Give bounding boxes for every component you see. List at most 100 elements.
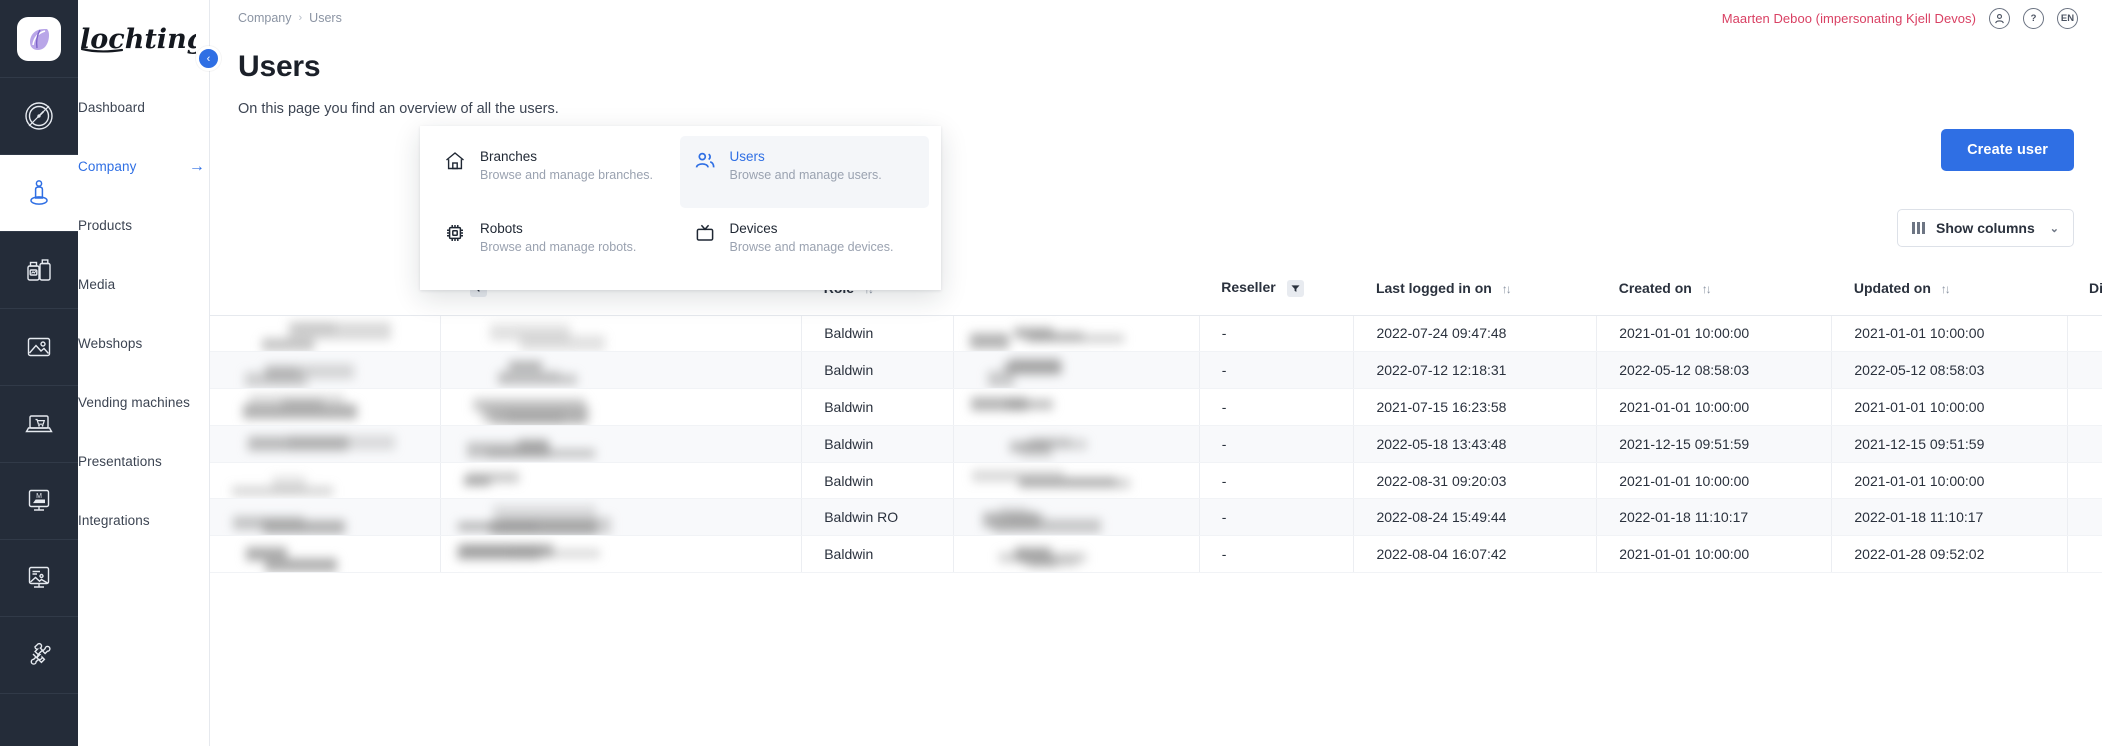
rail-item-webshops[interactable] — [0, 385, 78, 463]
rail-item-company[interactable] — [0, 154, 78, 232]
table-row[interactable]: Baldwin -2022-08-04 16:07:42 2021-01-01 10… — [210, 535, 2102, 574]
sidebar-item-webshops[interactable]: Webshops — [78, 314, 209, 373]
sidebar-item-integrations[interactable]: Integrations — [78, 491, 209, 550]
sidebar-collapse-button[interactable]: ‹ — [196, 46, 221, 71]
page-header: Users On this page you find an overview … — [210, 36, 2102, 117]
rail-item-integrations[interactable] — [0, 616, 78, 694]
redacted-content — [210, 426, 440, 461]
impersonation-label[interactable]: Maarten Deboo (impersonating Kjell Devos… — [1722, 11, 1976, 26]
topbar-actions: Maarten Deboo (impersonating Kjell Devos… — [1722, 7, 2078, 29]
redacted-content — [954, 463, 1198, 498]
cell-last-logged-in-on: 2022-07-24 09:47:48 — [1353, 315, 1598, 353]
cell-role: Baldwin — [801, 388, 954, 426]
col-header-disabled[interactable]: Disabled — [2067, 262, 2102, 316]
sidebar-item-label: Dashboard — [78, 100, 145, 115]
mega-item-devices[interactable]: Devices Browse and manage devices. — [680, 208, 930, 280]
lochting-app-tile-icon — [17, 17, 61, 61]
col-header-label: Last logged in on — [1375, 280, 1492, 297]
users-table-container[interactable]: Role ↑↓ Reseller Last logged in on — [210, 262, 2102, 746]
col-header-updated-on[interactable]: Updated on ↑↓ — [1831, 262, 2068, 316]
table-row[interactable]: Baldwin RO -2022-08-24 15:49:44 2022-01-18… — [210, 498, 2102, 537]
sidebar-item-label: Webshops — [78, 336, 143, 351]
cell-created-on: 2022-05-12 08:58:03 — [1596, 351, 1833, 390]
mega-item-desc: Browse and manage branches. — [480, 168, 654, 182]
redacted-content — [210, 463, 440, 498]
user-avatar-icon[interactable] — [1989, 7, 2010, 29]
col-header-created-on[interactable]: Created on ↑↓ — [1596, 262, 1832, 316]
sidebar-item-company[interactable]: Company → — [78, 137, 209, 196]
cell-created-on: 2021-12-15 09:51:59 — [1596, 425, 1833, 463]
users-table: Role ↑↓ Reseller Last logged in on — [210, 262, 2102, 574]
users-table-body: Baldwin -2022-07-24 09:47:48 2021-01-01 10… — [210, 315, 2102, 574]
redacted-content — [441, 352, 801, 387]
table-row[interactable]: Baldwin -2022-08-31 09:20:03 2021-01-01 10… — [210, 462, 2102, 500]
breadcrumb-parent[interactable]: Company — [238, 11, 292, 25]
mega-item-users[interactable]: Users Browse and manage users. — [679, 136, 929, 208]
cell-disabled-toggle[interactable] — [2067, 498, 2102, 537]
mega-item-branches[interactable]: Branches Browse and manage branches. — [430, 136, 680, 208]
cell-redacted-c — [953, 388, 1200, 426]
cell-reseller: - — [1199, 315, 1355, 353]
cell-redacted-c — [953, 535, 1200, 574]
rail-logo[interactable] — [0, 0, 78, 78]
company-mega-menu[interactable]: Branches Browse and manage branches. Use… — [420, 126, 941, 290]
cell-redacted-b — [440, 498, 803, 537]
sidebar-item-products[interactable]: Products — [78, 196, 209, 255]
rail-item-media[interactable] — [0, 308, 78, 386]
cell-redacted-a — [210, 535, 442, 574]
cell-role: Baldwin RO — [801, 498, 954, 537]
cell-disabled-toggle[interactable] — [2067, 351, 2102, 390]
sidebar-item-vending-machines[interactable]: Vending machines — [78, 373, 209, 432]
app-root: M lochting Dashboard Company → Products … — [0, 0, 2102, 746]
sort-icon[interactable]: ↑↓ — [1702, 282, 1712, 296]
tv-icon — [694, 220, 716, 268]
redacted-content — [954, 352, 1198, 388]
table-row[interactable]: Baldwin -2022-07-24 09:47:48 2021-01-01 10… — [210, 315, 2102, 353]
mega-item-desc: Browse and manage users. — [729, 168, 882, 182]
table-row[interactable]: Baldwin -2022-05-18 13:43:48 2021-12-15 09… — [210, 425, 2102, 463]
sort-icon[interactable]: ↑↓ — [1502, 282, 1512, 296]
sidebar-item-dashboard[interactable]: Dashboard — [78, 78, 209, 137]
cell-disabled-toggle[interactable] — [2067, 462, 2102, 500]
sidebar-item-label: Vending machines — [78, 395, 190, 410]
cell-disabled-toggle[interactable] — [2067, 425, 2102, 463]
cell-redacted-b — [440, 351, 803, 390]
create-user-button[interactable]: Create user — [1941, 129, 2074, 171]
mega-item-desc: Browse and manage devices. — [729, 240, 894, 254]
language-selector[interactable]: EN — [2057, 7, 2078, 29]
rail-item-presentations[interactable] — [0, 539, 78, 617]
chevron-left-icon: ‹ — [206, 52, 211, 65]
col-header-last-logged-in-on[interactable]: Last logged in on ↑↓ — [1353, 262, 1597, 316]
cell-redacted-b — [440, 462, 803, 500]
sort-icon[interactable]: ↑↓ — [1941, 282, 1951, 296]
cell-role: Baldwin — [801, 462, 954, 500]
col-header-blur-a[interactable] — [210, 262, 441, 316]
rail-item-dashboard[interactable] — [0, 77, 78, 155]
rail-item-products[interactable] — [0, 231, 78, 309]
rail-item-vending-machines[interactable]: M — [0, 462, 78, 540]
cell-reseller: - — [1199, 462, 1355, 500]
cell-disabled-toggle[interactable] — [2067, 535, 2102, 574]
cell-last-logged-in-on: 2022-05-18 13:43:48 — [1353, 425, 1598, 463]
cell-disabled-toggle[interactable] — [2067, 388, 2102, 426]
table-row[interactable]: Baldwin -2021-07-15 16:23:58 2021-01-01 10… — [210, 388, 2102, 426]
brand-logo[interactable]: lochting — [78, 0, 209, 78]
table-row[interactable]: Baldwin -2022-07-12 12:18:31 2022-05-12 08… — [210, 351, 2102, 390]
help-icon[interactable]: ? — [2023, 7, 2044, 29]
cell-reseller: - — [1199, 388, 1355, 426]
cell-disabled-toggle[interactable] — [2067, 315, 2102, 353]
sidebar-item-media[interactable]: Media — [78, 255, 209, 314]
sidebar-item-label: Presentations — [78, 454, 162, 469]
col-header-reseller[interactable]: Reseller — [1199, 262, 1354, 316]
sidebar-item-presentations[interactable]: Presentations — [78, 432, 209, 491]
filter-icon[interactable] — [1286, 280, 1304, 298]
redacted-content — [441, 389, 801, 425]
col-header-blur-c[interactable] — [953, 262, 1200, 316]
users-icon — [694, 148, 716, 196]
chip-icon — [444, 220, 466, 268]
cell-created-on: 2021-01-01 10:00:00 — [1596, 388, 1833, 426]
col-header-label: Created on — [1618, 280, 1692, 297]
mega-item-robots[interactable]: Robots Browse and manage robots. — [430, 208, 680, 280]
breadcrumb-current: Users — [309, 11, 342, 25]
show-columns-button[interactable]: Show columns ⌄ — [1896, 209, 2074, 247]
